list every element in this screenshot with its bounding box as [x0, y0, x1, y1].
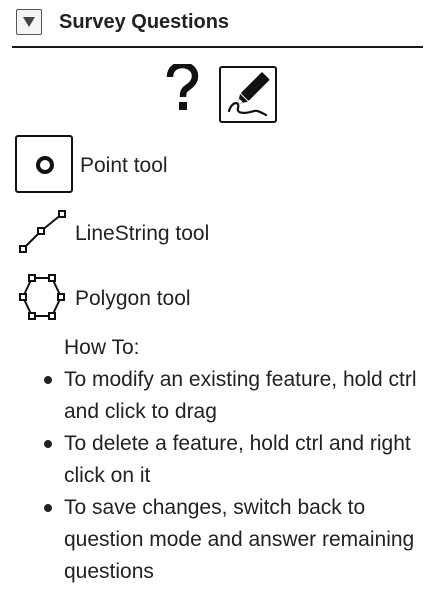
bullet-icon — [44, 376, 52, 384]
howto-item-text: To modify an existing feature, hold ctrl… — [64, 368, 417, 423]
howto-item: To modify an existing feature, hold ctrl… — [44, 364, 426, 428]
howto-heading: How To: — [64, 336, 140, 359]
question-mark-icon — [166, 61, 199, 110]
bullet-icon — [44, 440, 52, 448]
point-tool[interactable]: Point tool — [14, 135, 314, 195]
howto-item: To delete a feature, hold ctrl and right… — [44, 428, 426, 492]
panel-header: Survey Questions — [12, 0, 423, 48]
linestring-icon — [19, 210, 66, 253]
bullet-icon — [44, 504, 52, 512]
howto-item-text: To delete a feature, hold ctrl and right… — [64, 432, 411, 487]
point-tool-button[interactable] — [15, 135, 73, 193]
point-tool-label: Point tool — [80, 154, 168, 177]
polygon-icon — [19, 274, 65, 320]
howto-item: To save changes, switch back to question… — [44, 492, 426, 588]
edit-mode-button[interactable] — [219, 66, 277, 123]
collapse-button[interactable] — [16, 9, 42, 35]
point-circle-icon — [36, 156, 54, 174]
help-button[interactable] — [165, 61, 199, 116]
linestring-tool-label: LineString tool — [75, 222, 210, 245]
polygon-tool[interactable]: Polygon tool — [14, 270, 314, 330]
howto-item-text: To save changes, switch back to question… — [64, 496, 415, 583]
polygon-tool-label: Polygon tool — [75, 287, 191, 310]
linestring-tool[interactable]: LineString tool — [14, 206, 314, 266]
triangle-down-icon — [23, 17, 35, 27]
howto-list: To modify an existing feature, hold ctrl… — [44, 364, 426, 588]
panel-title: Survey Questions — [59, 11, 230, 33]
pen-signature-icon — [227, 72, 270, 117]
